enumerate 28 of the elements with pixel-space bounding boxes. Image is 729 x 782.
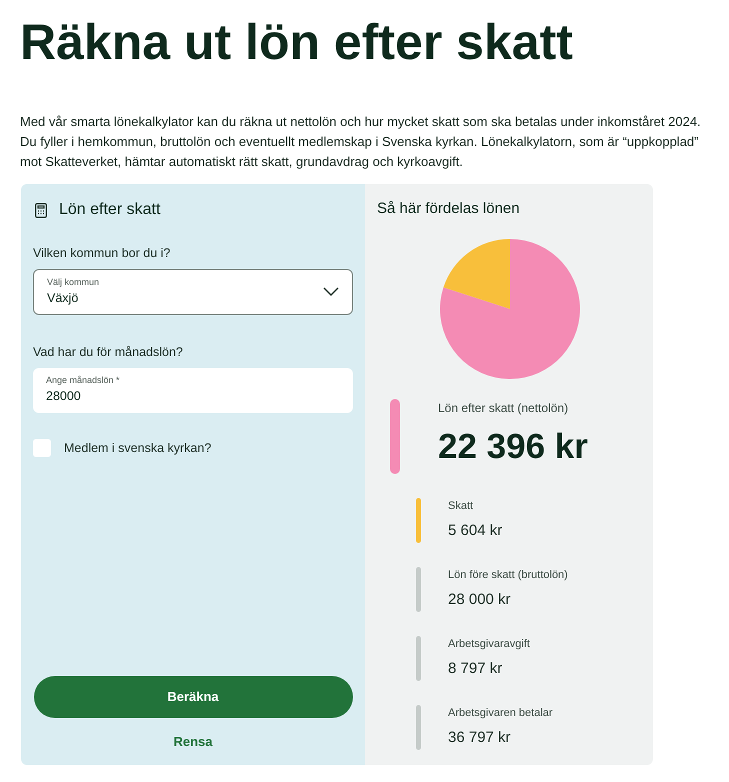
select-label: Välj kommun bbox=[47, 276, 100, 289]
calculate-button[interactable]: Beräkna bbox=[34, 676, 352, 718]
church-checkbox[interactable] bbox=[33, 438, 51, 457]
legend-value: 36 797 kr bbox=[448, 728, 512, 748]
legend-label: Lön efter skatt (nettolön) bbox=[438, 400, 570, 416]
municipality-question: Vilken kommun bor du i? bbox=[33, 245, 172, 262]
field-value: 28000 bbox=[46, 388, 82, 406]
legend-label: Arbetsgivaravgift bbox=[448, 636, 530, 652]
clear-button[interactable]: Rensa bbox=[173, 732, 213, 751]
salary-field[interactable]: Ange månadslön * 28000 bbox=[33, 368, 353, 412]
calculator-title: Lön efter skatt bbox=[59, 200, 160, 220]
legend-value: 8 797 kr bbox=[448, 659, 504, 679]
salary-question: Vad har du för månadslön? bbox=[33, 344, 184, 361]
legend-value: 28 000 kr bbox=[448, 590, 512, 610]
legend-value: 5 604 kr bbox=[448, 521, 502, 541]
calculator-icon bbox=[35, 202, 47, 218]
legend-value: 22 396 kr bbox=[438, 426, 588, 468]
municipality-select[interactable]: Välj kommun Växjö bbox=[33, 268, 353, 315]
legend-label: Arbetsgivaren betalar bbox=[448, 706, 553, 720]
field-label: Ange månadslön * bbox=[46, 374, 121, 387]
chevron-down-icon bbox=[323, 287, 339, 296]
result-title: Så här fördelas lönen bbox=[377, 199, 521, 219]
legend-label: Skatt bbox=[448, 498, 474, 514]
select-value: Växjö bbox=[47, 290, 80, 308]
page-title: Räkna ut lön efter skatt bbox=[20, 13, 574, 72]
church-label: Medlem i svenska kyrkan? bbox=[64, 440, 212, 457]
legend-label: Lön före skatt (bruttolön) bbox=[448, 568, 568, 582]
intro-text: Med vår smarta lönekalkylator kan du räkna ut nettolön och hur mycket skatt som ska betalas under inkomståret 2024. Du fyller i hemkommun, bruttolön och eventuellt medlemskap i Svenska kyrkan. Lönekalkylatorn, som är “uppkopplad” mot Skatteverket, hämtar automatiskt rätt skatt, grundavdrag och kyrkoavgift. bbox=[20, 113, 702, 171]
